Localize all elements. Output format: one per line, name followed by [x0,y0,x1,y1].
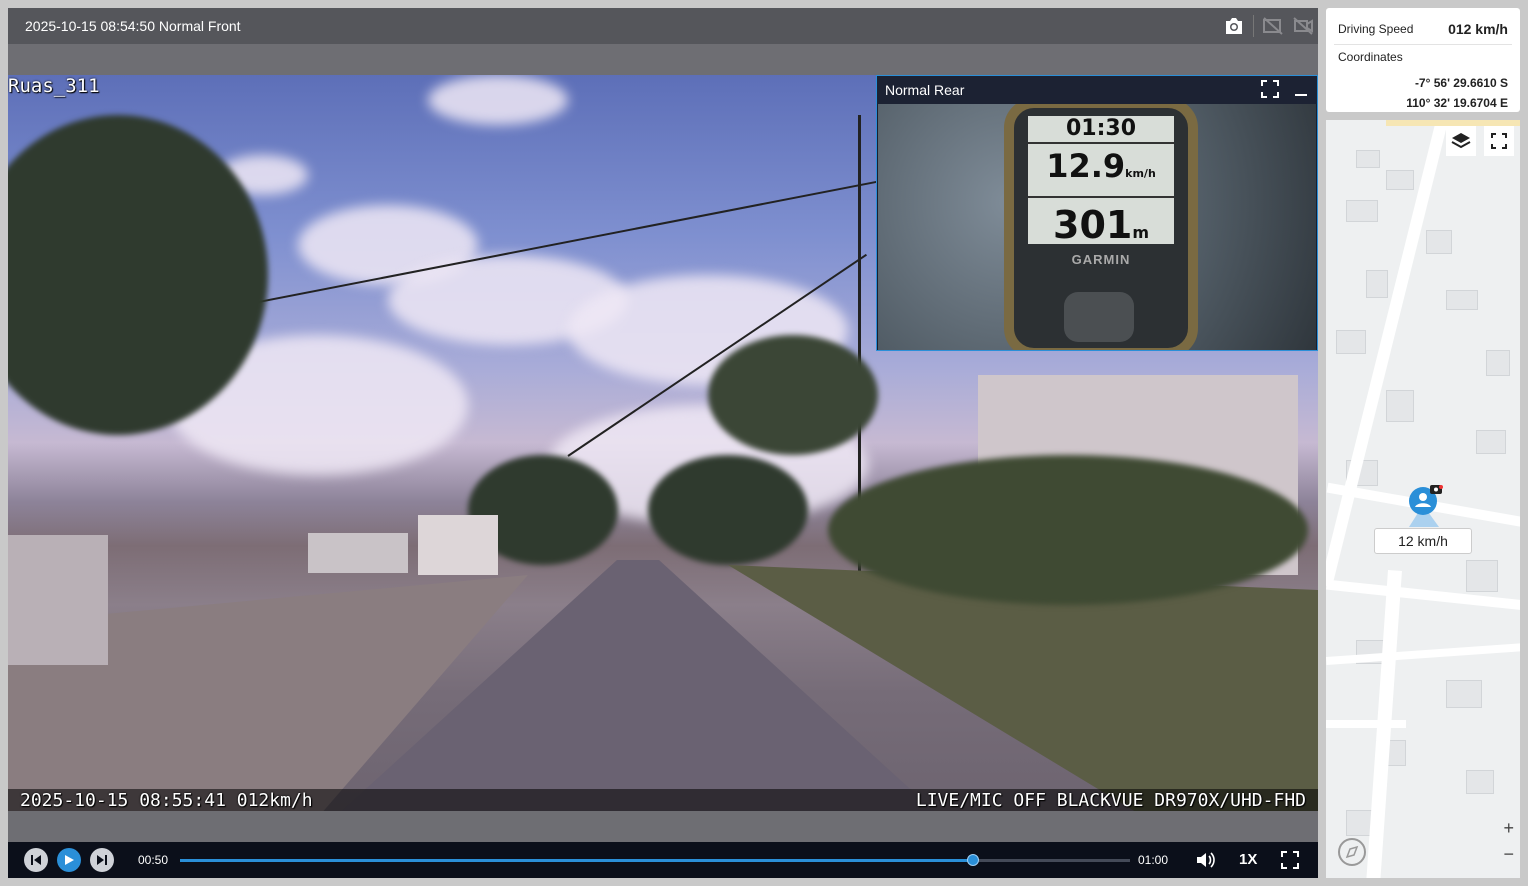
gps-distance-row: 301m [1028,198,1174,260]
rear-pip-title: Normal Rear [885,82,965,98]
gps-speed-unit: km/h [1125,167,1156,180]
map-building [1426,230,1452,254]
cloud [428,75,568,125]
video-overlay-label: Ruas_311 [8,75,100,97]
map-building [1356,150,1380,168]
gps-distance-unit: m [1132,223,1149,242]
gps-device: 01:30 12.9km/h 301m GARMIN [1004,104,1198,350]
next-icon[interactable] [90,848,114,872]
palm-tree [708,335,878,455]
camera-icon[interactable] [1219,8,1249,44]
gps-button [1064,292,1134,342]
map-building [1466,770,1494,794]
rear-camera-image: 01:30 12.9km/h 301m GARMIN [878,104,1316,350]
current-time: 00:50 [138,853,169,867]
playback-speed-button[interactable]: 1X [1239,851,1257,868]
video-overlay-bar: 2025-10-15 08:55:41 012km/h LIVE/MIC OFF… [8,789,1318,811]
map-building [1446,680,1482,708]
map-building [1386,170,1414,190]
map-building [1486,350,1510,376]
minimize-icon[interactable] [1293,80,1309,98]
end-time: 01:00 [1138,853,1169,867]
gps-speed: 12.9 [1046,147,1126,185]
progress-track[interactable] [180,854,1130,866]
map-building [1446,290,1478,310]
gps-screen: 01:30 12.9km/h 301m [1028,116,1174,247]
progress-fill [180,859,974,862]
house [418,515,498,575]
topbar-tools [1219,8,1318,44]
compass-icon[interactable] [1338,838,1366,866]
map-speed-tag: 12 km/h [1374,528,1472,554]
rear-camera-pip[interactable]: Normal Rear 01:30 12.9km/h 301m GARMIN [876,75,1318,351]
progress-handle[interactable] [967,854,980,866]
map-building [1386,390,1414,422]
driving-speed-label: Driving Speed [1338,22,1414,36]
zoom-out-button[interactable]: − [1503,844,1514,865]
volume-icon[interactable] [1194,848,1218,872]
gps-time: 01:30 [1028,116,1174,144]
house [308,533,408,573]
rear-pip-header: Normal Rear [877,76,1317,104]
latitude-value: -7° 56' 29.6610 S [1414,76,1508,90]
bushes [828,455,1308,605]
previous-icon[interactable] [24,848,48,872]
coordinates-label: Coordinates [1338,50,1403,64]
longitude-value: 110° 32' 19.6704 E [1406,96,1508,110]
playback-controls: 00:50 01:00 1X [8,842,1318,878]
map-building [1346,200,1378,222]
map-road [1326,720,1406,728]
map-panel[interactable]: 12 km/h + − [1326,120,1520,878]
player-topbar: 2025-10-15 08:54:50 Normal Front [8,8,1318,44]
front-video[interactable]: Ruas_311 2025-10-15 08:55:41 012km/h LIV… [8,75,1318,811]
divider [1334,44,1512,45]
map-fullscreen-icon[interactable] [1484,126,1514,156]
driving-speed-value: 012 km/h [1448,21,1508,37]
expand-icon[interactable] [1261,80,1279,98]
map-building [1466,560,1498,592]
play-button[interactable] [57,848,81,872]
tree [648,455,808,565]
video-title: 2025-10-15 08:54:50 Normal Front [25,18,241,34]
video-overlay-device: LIVE/MIC OFF BLACKVUE DR970X/UHD-FHD [915,790,1306,811]
zoom-in-button[interactable]: + [1503,818,1514,839]
mute-camera-icon[interactable] [1288,8,1318,44]
video-overlay-timestamp: 2025-10-15 08:55:41 012km/h [20,790,313,811]
map-building [1336,330,1366,354]
block-wall [8,535,108,665]
toolbar-divider [1253,15,1254,37]
video-player: 2025-10-15 08:54:50 Normal Front Ruas_31… [8,8,1318,878]
map-building [1476,430,1506,454]
gps-brand: GARMIN [1071,252,1131,267]
gps-speed-row: 12.9km/h [1028,144,1174,198]
driving-info-panel: Driving Speed 012 km/h Coordinates -7° 5… [1326,8,1520,112]
map-building [1366,270,1388,298]
vehicle-marker[interactable] [1405,485,1445,534]
fullscreen-icon[interactable] [1278,848,1302,872]
gps-distance: 301 [1053,203,1133,247]
layers-icon[interactable] [1446,126,1476,156]
pip-off-icon[interactable] [1258,8,1288,44]
